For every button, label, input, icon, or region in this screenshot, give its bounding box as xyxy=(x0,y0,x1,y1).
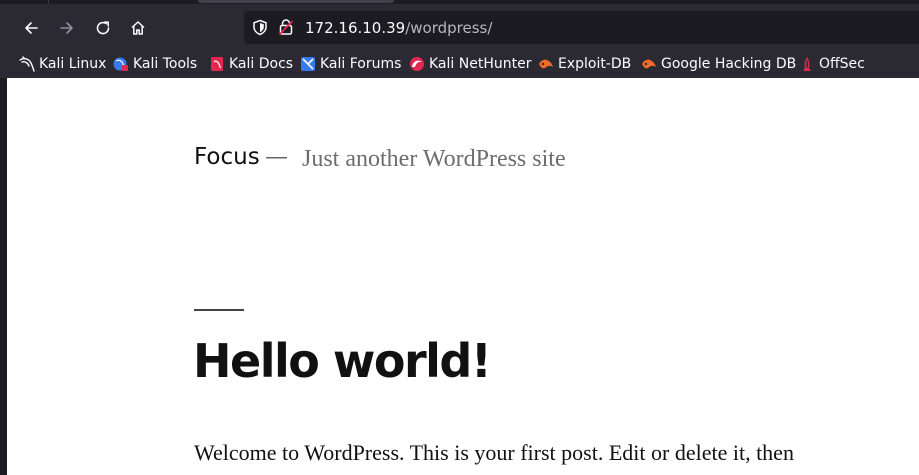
back-arrow-icon xyxy=(25,22,38,34)
bookmark-exploit-db[interactable]: Exploit-DB xyxy=(538,53,631,75)
post-excerpt: Welcome to WordPress. This is your first… xyxy=(194,440,794,465)
bookmark-offsec[interactable]: OffSec xyxy=(799,53,865,75)
insecure-lock-icon[interactable] xyxy=(278,18,294,36)
reload-button[interactable] xyxy=(87,12,119,44)
bookmark-kali-tools[interactable]: Kali Tools xyxy=(113,53,197,75)
address-bar[interactable]: 172.16.10.39/wordpress/ xyxy=(244,11,919,44)
site-description: Just another WordPress site xyxy=(302,146,566,172)
url-path: /wordpress/ xyxy=(405,19,493,37)
bookmark-label: Kali Docs xyxy=(229,56,294,72)
bookmark-label: OffSec xyxy=(819,56,865,72)
tracking-protection-icon[interactable] xyxy=(252,19,268,36)
post-separator xyxy=(194,309,244,311)
nethunter-icon xyxy=(409,56,425,72)
exploit-db-icon xyxy=(538,56,554,72)
active-tab[interactable] xyxy=(198,0,394,3)
site-title-link[interactable]: Focus xyxy=(194,144,260,170)
site-title-separator: — xyxy=(265,144,288,170)
url-host: 172.16.10.39 xyxy=(305,19,406,37)
home-button[interactable] xyxy=(122,12,154,44)
kali-forums-icon xyxy=(300,56,316,72)
back-button[interactable] xyxy=(15,12,47,44)
bookmark-google-hacking-db[interactable]: Google Hacking DB xyxy=(641,53,796,75)
bookmark-kali-forums[interactable]: Kali Forums xyxy=(300,53,401,75)
post-title-link[interactable]: Hello world! xyxy=(193,334,492,388)
bookmark-kali-linux[interactable]: Kali Linux xyxy=(19,53,106,75)
offsec-icon xyxy=(799,56,815,72)
navigation-toolbar: 172.16.10.39/wordpress/ xyxy=(0,4,919,50)
ghdb-icon xyxy=(641,56,657,72)
forward-arrow-icon xyxy=(60,22,73,34)
bookmark-label: Kali Linux xyxy=(39,56,107,72)
home-icon xyxy=(131,21,145,35)
forward-button[interactable] xyxy=(51,12,83,44)
kali-docs-icon xyxy=(209,56,225,72)
bookmark-label: Kali Forums xyxy=(320,56,402,72)
page-viewport: Focus — Just another WordPress site Hell… xyxy=(7,78,919,475)
reload-icon xyxy=(96,21,110,35)
bookmark-kali-nethunter[interactable]: Kali NetHunter xyxy=(409,53,531,75)
bookmark-label: Google Hacking DB xyxy=(661,56,797,72)
url-text[interactable]: 172.16.10.39/wordpress/ xyxy=(305,19,492,37)
bookmarks-bar: Kali Linux Kali Tools Kali Docs Kali For… xyxy=(0,50,919,78)
bookmark-label: Exploit-DB xyxy=(558,56,632,72)
kali-dragon-icon xyxy=(19,56,35,72)
bookmark-label: Kali Tools xyxy=(133,56,198,72)
bookmark-kali-docs[interactable]: Kali Docs xyxy=(209,53,293,75)
kali-tools-icon xyxy=(113,56,129,72)
bookmark-label: Kali NetHunter xyxy=(429,56,532,72)
